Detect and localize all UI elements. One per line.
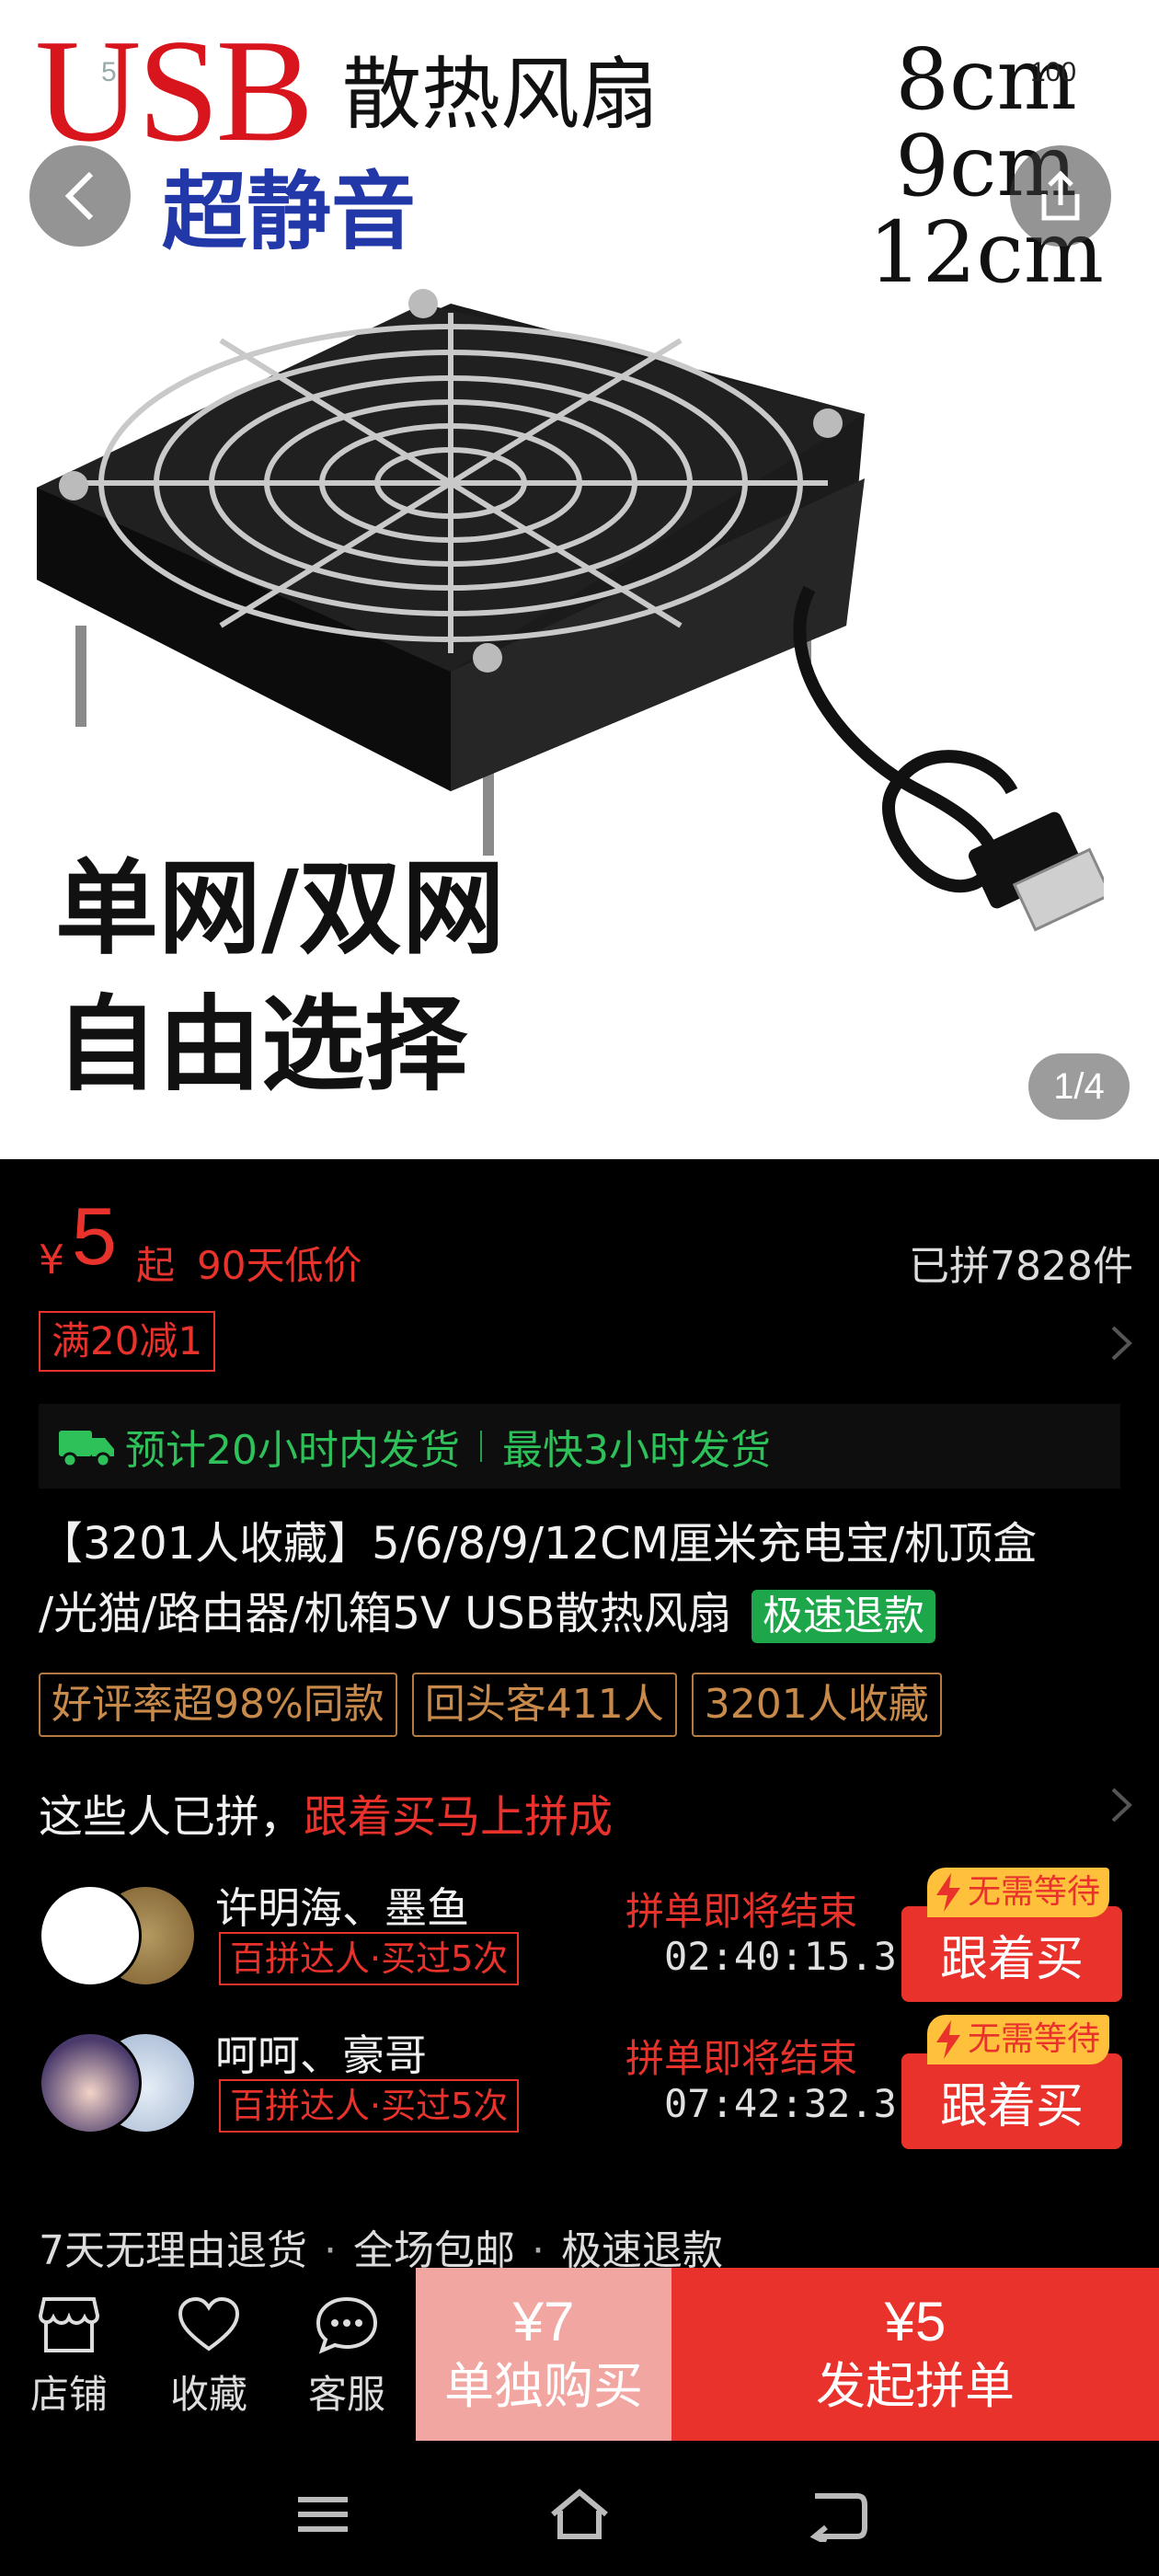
member-badge: 百拼达人·买过5次 xyxy=(219,1932,520,1985)
lightning-icon xyxy=(936,2020,960,2059)
no-wait-label: 无需等待 xyxy=(968,1873,1101,1911)
product-title-line-2: /光猫/路由器/机箱5V USB散热风扇 极速退款 xyxy=(39,1579,1120,1649)
ship-divider xyxy=(480,1431,482,1462)
coupon-row[interactable]: 满20减1 xyxy=(39,1311,1133,1375)
product-title-line-1: 【3201人收藏】5/6/8/9/12CM厘米充电宝/机顶盒 xyxy=(39,1518,1038,1570)
customer-service-button[interactable]: 客服 xyxy=(296,2295,397,2420)
chevron-right-icon xyxy=(1111,1788,1132,1823)
price-suffix: 起 xyxy=(136,1243,176,1288)
home-icon[interactable] xyxy=(547,2487,612,2542)
image-page-indicator: 1/4 xyxy=(1028,1053,1130,1120)
price-currency: ¥ xyxy=(39,1236,64,1283)
heart-icon xyxy=(178,2296,240,2352)
product-title-line-2-text: /光猫/路由器/机箱5V USB散热风扇 xyxy=(39,1588,732,1639)
start-group-buy-button[interactable]: ¥5 发起拼单 xyxy=(671,2268,1159,2441)
customer-service-label: 客服 xyxy=(307,2372,385,2417)
product-image-carousel[interactable]: USB 散热风扇 超静音 8cm 9cm 12cm 单网/双网 自由选择 5 1… xyxy=(0,0,1159,1159)
store-button[interactable]: 店铺 xyxy=(18,2295,120,2420)
follow-buy-button[interactable]: 跟着买 xyxy=(901,2053,1122,2149)
follow-buy-button[interactable]: 跟着买 xyxy=(901,1906,1122,2002)
system-navigation-bar xyxy=(0,2441,1159,2576)
group-ending-label: 拼单即将结束 xyxy=(625,1889,858,1934)
favorite-button[interactable]: 收藏 xyxy=(158,2295,259,2420)
store-label: 店铺 xyxy=(29,2372,108,2417)
truck-icon xyxy=(59,1431,114,1467)
back-nav-icon[interactable] xyxy=(806,2487,870,2542)
avatar xyxy=(39,1884,142,1987)
back-button[interactable] xyxy=(29,145,131,247)
no-wait-badge: 无需等待 xyxy=(927,2015,1110,2064)
sold-count: 已拼7828件 xyxy=(909,1243,1133,1290)
status-indicator: 5 xyxy=(101,57,117,87)
buy-alone-label: 单独购买 xyxy=(444,2357,643,2415)
group-member-names: 呵呵、豪哥 xyxy=(215,2030,427,2080)
group-countdown: 02:40:15.3 xyxy=(664,1934,897,1979)
tag-favorites[interactable]: 3201人收藏 xyxy=(691,1673,942,1737)
favorite-label: 收藏 xyxy=(169,2372,247,2417)
share-button[interactable] xyxy=(1010,145,1111,247)
group-buy-prefix: 这些人已拼， xyxy=(39,1791,304,1843)
bottom-action-bar: 店铺 收藏 客服 ¥7 单独购买 ¥5 发起拼单 xyxy=(0,2268,1159,2441)
group-item: 许明海、墨鱼 百拼达人·买过5次 拼单即将结束 02:40:15.3 跟着买 无… xyxy=(39,1868,1122,2002)
group-ending-label: 拼单即将结束 xyxy=(625,2036,858,2081)
share-icon xyxy=(1041,170,1080,221)
ship-fastest: 最快3小时发货 xyxy=(502,1427,771,1474)
status-battery-level: 100 xyxy=(1030,57,1077,87)
group-buy-label: 发起拼单 xyxy=(816,2357,1015,2415)
chat-bubble-icon xyxy=(316,2296,378,2354)
group-buy-highlight: 跟着买马上拼成 xyxy=(304,1791,614,1843)
hero-fan-text: 散热风扇 xyxy=(342,49,659,141)
no-wait-label: 无需等待 xyxy=(968,2020,1101,2058)
store-icon xyxy=(38,2297,100,2352)
menu-icon[interactable] xyxy=(291,2487,355,2542)
lightning-icon xyxy=(936,1873,960,1912)
avatar-pair xyxy=(39,2031,197,2134)
product-tags: 好评率超98%同款 回头客411人 3201人收藏 xyxy=(39,1673,942,1737)
tag-good-rating[interactable]: 好评率超98%同款 xyxy=(39,1673,397,1737)
group-item: 呵呵、豪哥 百拼达人·买过5次 拼单即将结束 07:42:32.3 跟着买 无需… xyxy=(39,2015,1122,2149)
group-member-names: 许明海、墨鱼 xyxy=(215,1883,469,1933)
tag-repeat-customers[interactable]: 回头客411人 xyxy=(411,1673,677,1737)
shipping-bar: 预计20小时内发货 最快3小时发货 xyxy=(39,1404,1120,1489)
price-value: 5 xyxy=(72,1190,117,1282)
no-wait-badge: 无需等待 xyxy=(927,1868,1110,1917)
price-row: ¥ 5 起 90天低价 已拼7828件 xyxy=(39,1190,1133,1291)
hero-bottom-text: 单网/双网 自由选择 xyxy=(55,842,505,1114)
hero-bottom-line-2: 自由选择 xyxy=(55,984,467,1105)
buy-alone-button[interactable]: ¥7 单独购买 xyxy=(416,2268,671,2441)
hero-quiet-text: 超静音 xyxy=(162,162,417,261)
group-countdown: 07:42:32.3 xyxy=(664,2081,897,2126)
buy-alone-price: ¥7 xyxy=(512,2291,575,2352)
chevron-right-icon xyxy=(1111,1326,1132,1361)
group-buy-price: ¥5 xyxy=(884,2291,947,2352)
hero-usb-text: USB xyxy=(35,8,314,172)
low-price-label: 90天低价 xyxy=(197,1243,362,1288)
avatar xyxy=(39,2031,142,2134)
hero-bottom-line-1: 单网/双网 xyxy=(55,849,505,969)
ship-estimate: 预计20小时内发货 xyxy=(125,1427,460,1474)
coupon-badge: 满20减1 xyxy=(39,1311,216,1372)
avatar-pair xyxy=(39,1884,197,1987)
fast-refund-badge: 极速退款 xyxy=(751,1590,935,1643)
product-title: 【3201人收藏】5/6/8/9/12CM厘米充电宝/机顶盒 /光猫/路由器/机… xyxy=(39,1509,1120,1649)
chevron-left-icon xyxy=(64,171,94,221)
group-buy-header[interactable]: 这些人已拼，跟着买马上拼成 xyxy=(39,1780,1133,1845)
member-badge: 百拼达人·买过5次 xyxy=(219,2079,520,2133)
